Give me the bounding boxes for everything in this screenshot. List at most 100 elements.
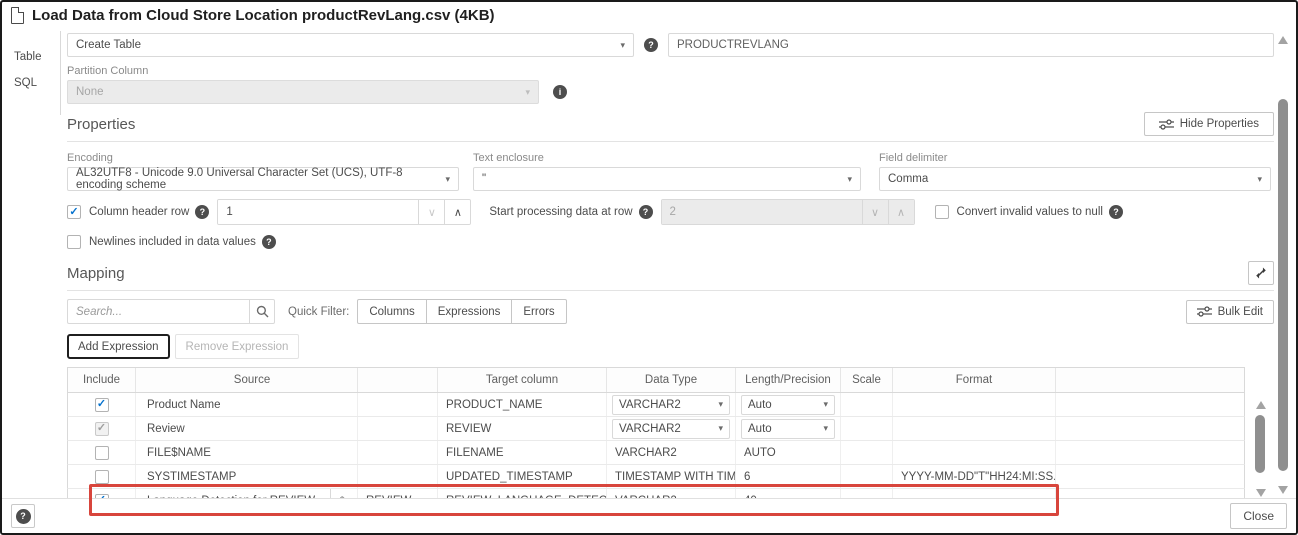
filter-columns-button[interactable]: Columns [357, 299, 426, 324]
search-icon [256, 305, 269, 318]
dialog-titlebar: Load Data from Cloud Store Location prod… [2, 2, 1296, 29]
text-enclosure-label: Text enclosure [473, 152, 861, 164]
help-icon: ? [16, 509, 31, 524]
sidebar-item-table[interactable]: Table [2, 44, 61, 70]
add-expression-button[interactable]: Add Expression [67, 334, 170, 359]
expand-button[interactable] [1248, 261, 1274, 285]
chevron-down-icon: ▾ [525, 87, 530, 98]
check-icon: ✓ [97, 423, 106, 434]
dialog-title: Load Data from Cloud Store Location prod… [32, 7, 495, 24]
convert-invalid-checkbox[interactable] [935, 205, 949, 219]
include-checkbox[interactable] [95, 470, 109, 484]
stepper-up-button[interactable]: ∧ [444, 200, 470, 224]
scrollbar-thumb[interactable] [1255, 415, 1265, 473]
help-button[interactable]: ? [11, 504, 35, 528]
chevron-down-icon: ▾ [718, 399, 723, 410]
table-name-input[interactable] [668, 33, 1274, 57]
col-header-filler [1056, 368, 1244, 392]
text-enclosure-select[interactable]: " ▾ [473, 167, 861, 191]
scroll-down-arrow[interactable] [1278, 486, 1288, 494]
hide-properties-label: Hide Properties [1180, 118, 1259, 130]
close-button[interactable]: Close [1230, 503, 1287, 529]
col-header-format: Format [893, 368, 1056, 392]
mapping-table: Include Source Target column Data Type L… [67, 367, 1245, 513]
load-option-select[interactable]: Create Table ▾ [67, 33, 634, 57]
source-cell: Product Name [136, 393, 358, 416]
info-icon[interactable]: i [553, 85, 567, 99]
target-cell: PRODUCT_NAME [438, 393, 607, 416]
field-delimiter-select[interactable]: Comma ▾ [879, 167, 1271, 191]
partition-column-value: None [76, 86, 104, 98]
include-checkbox[interactable]: ✓ [95, 398, 109, 412]
length-select[interactable]: Auto▾ [741, 419, 835, 439]
expression-source-cell [358, 465, 438, 488]
col-header-length: Length/Precision [736, 368, 841, 392]
column-header-row-checkbox[interactable]: ✓ [67, 205, 81, 219]
scale-cell [841, 465, 893, 488]
sliders-icon [1159, 119, 1174, 130]
table-row: SYSTIMESTAMP UPDATED_TIMESTAMP TIMESTAMP… [67, 465, 1245, 489]
section-divider [67, 290, 1274, 291]
column-header-row-stepper: ∨ ∧ [217, 199, 471, 225]
table-scrollbar [1252, 401, 1269, 497]
file-icon [11, 7, 24, 24]
hide-properties-button[interactable]: Hide Properties [1144, 112, 1274, 136]
data-type-select[interactable]: VARCHAR2 ▾ [612, 419, 730, 439]
target-cell: FILENAME [438, 441, 607, 464]
col-header-include: Include [68, 368, 136, 392]
remove-expression-button: Remove Expression [175, 334, 300, 359]
newlines-label: Newlines included in data values [89, 236, 256, 248]
column-header-row-label: Column header row [89, 206, 189, 218]
field-delimiter-label: Field delimiter [879, 152, 1271, 164]
scroll-up-arrow[interactable] [1256, 401, 1266, 409]
encoding-label: Encoding [67, 152, 459, 164]
search-input[interactable] [67, 299, 249, 324]
sliders-icon [1197, 306, 1212, 317]
data-type-cell: VARCHAR2 [607, 441, 736, 464]
column-header-row-input[interactable] [218, 200, 418, 224]
properties-heading: Properties [67, 116, 135, 133]
data-type-select[interactable]: VARCHAR2 ▾ [612, 395, 730, 415]
check-icon: ✓ [69, 207, 78, 218]
bulk-edit-button[interactable]: Bulk Edit [1186, 300, 1274, 324]
format-cell [893, 393, 1056, 416]
scroll-down-arrow[interactable] [1256, 489, 1266, 497]
help-icon[interactable]: ? [195, 205, 209, 219]
help-icon[interactable]: ? [262, 235, 276, 249]
col-header-target: Target column [438, 368, 607, 392]
help-icon[interactable]: ? [639, 205, 653, 219]
partition-column-label: Partition Column [67, 65, 1274, 77]
col-header-expression-source [358, 368, 438, 392]
search-button[interactable] [249, 299, 275, 324]
text-enclosure-value: " [482, 173, 486, 185]
encoding-select[interactable]: AL32UTF8 - Unicode 9.0 Universal Charact… [67, 167, 459, 191]
scale-cell [841, 417, 893, 440]
length-select[interactable]: Auto ▾ [741, 395, 835, 415]
stepper-down-button[interactable]: ∨ [418, 200, 444, 224]
format-cell: YYYY-MM-DD"T"HH24:MI:SS.FFTZ [893, 465, 1056, 488]
scroll-up-arrow[interactable] [1278, 36, 1288, 44]
include-checkbox: ✓ [95, 422, 109, 436]
expression-source-cell [358, 441, 438, 464]
length-value: Auto [748, 399, 772, 411]
table-header-row: Include Source Target column Data Type L… [67, 367, 1245, 393]
include-checkbox[interactable] [95, 446, 109, 460]
filter-expressions-button[interactable]: Expressions [426, 299, 513, 324]
chevron-down-icon: ▾ [823, 399, 828, 410]
data-type-value: VARCHAR2 [619, 399, 681, 411]
col-header-source: Source [136, 368, 358, 392]
filter-errors-button[interactable]: Errors [511, 299, 566, 324]
stepper-down-button: ∨ [862, 200, 888, 224]
data-type-value: VARCHAR2 [619, 423, 681, 435]
chevron-down-icon: ▾ [718, 423, 723, 434]
table-row: ✓ Product Name PRODUCT_NAME VARCHAR2 ▾ Au… [67, 393, 1245, 417]
chevron-down-icon: ▾ [823, 423, 828, 434]
format-cell [893, 417, 1056, 440]
sidebar-item-sql[interactable]: SQL [2, 70, 61, 96]
table-row: FILE$NAME FILENAME VARCHAR2 AUTO [67, 441, 1245, 465]
help-icon[interactable]: ? [1109, 205, 1123, 219]
help-icon[interactable]: ? [644, 38, 658, 52]
scrollbar-thumb[interactable] [1278, 99, 1288, 471]
newlines-checkbox[interactable] [67, 235, 81, 249]
format-cell [893, 441, 1056, 464]
